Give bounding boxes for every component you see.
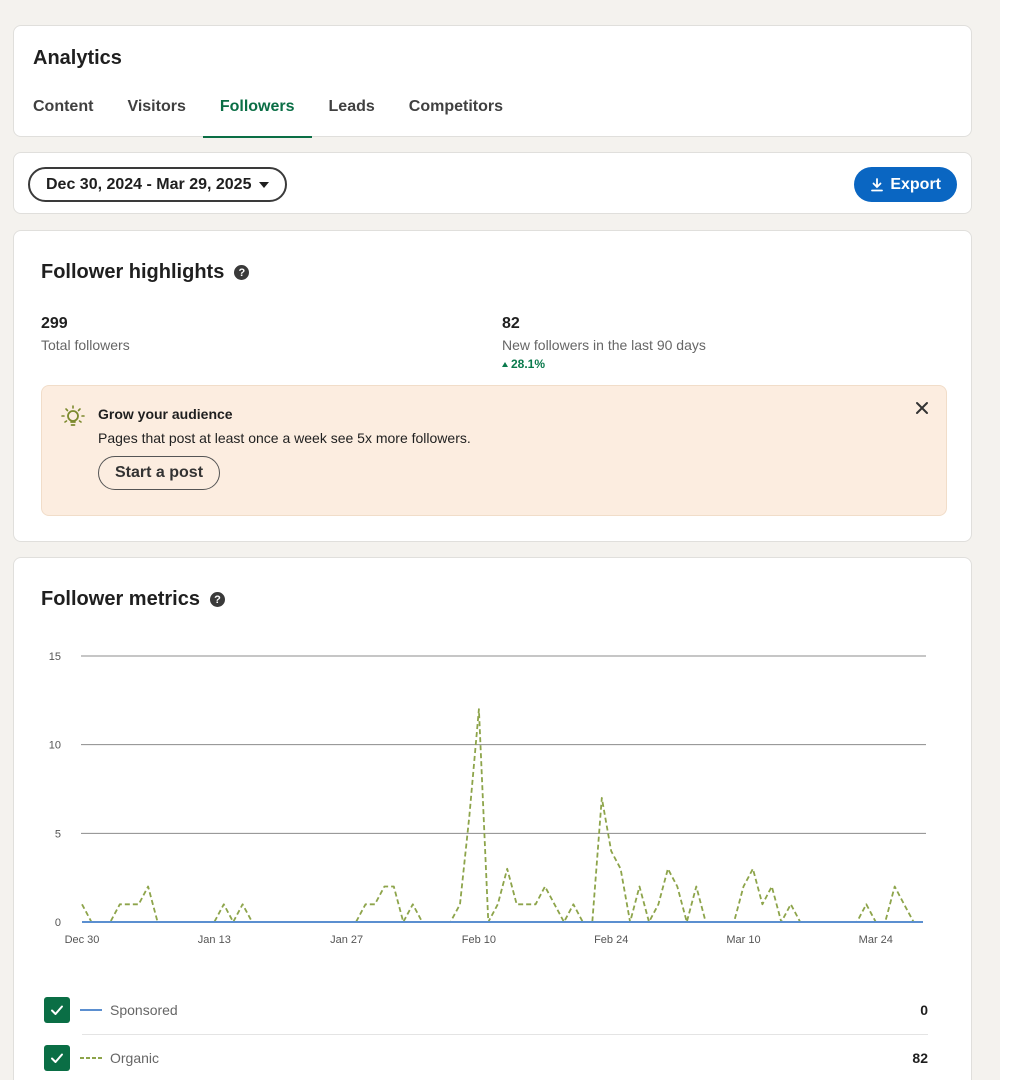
start-post-button[interactable]: Start a post (98, 456, 221, 490)
follower-highlights-heading: Follower highlights ? (41, 261, 250, 284)
page-title: Analytics (33, 47, 122, 69)
help-icon[interactable]: ? (234, 265, 250, 280)
right-edge-strip (1000, 0, 1010, 1080)
organic-label: Organic (110, 1050, 160, 1066)
date-range-dropdown[interactable]: Dec 30, 2024 - Mar 29, 2025 (28, 167, 288, 202)
promo-text: Pages that post at least once a week see… (98, 430, 471, 446)
tab-competitors[interactable]: Competitors (392, 86, 520, 137)
grow-audience-banner: Grow your audience Pages that post at le… (41, 385, 947, 516)
x-tick-label: Jan 27 (330, 934, 363, 946)
x-tick-label: Dec 30 (65, 934, 100, 946)
y-tick-label: 0 (55, 917, 61, 929)
close-icon[interactable] (912, 398, 932, 418)
analytics-tabs: Content Visitors Followers Leads Competi… (14, 86, 520, 138)
new-followers-label: New followers in the last 90 days (502, 337, 706, 353)
y-tick-label: 5 (55, 828, 61, 840)
follower-metrics-card: Follower metrics ? 0 5 10 15 Dec 30 Jan 13 Jan… (13, 557, 972, 1080)
analytics-header-card: Analytics Content Visitors Followers Lea… (13, 25, 972, 138)
export-button[interactable]: Export (854, 167, 957, 202)
download-icon (871, 177, 884, 191)
series-line-organic (81, 708, 923, 923)
export-label: Export (890, 175, 941, 193)
organic-line-swatch (80, 1057, 102, 1059)
date-range-label: Dec 30, 2024 - Mar 29, 2025 (46, 175, 252, 193)
x-tick-label: Feb 10 (462, 934, 496, 946)
checkmark-icon (51, 1053, 63, 1063)
total-followers-value: 299 (41, 315, 68, 332)
new-followers-metric: 82 New followers in the last 90 days 28.… (502, 315, 706, 371)
sponsored-line-swatch (80, 1009, 102, 1011)
x-tick-label: Jan 13 (198, 934, 231, 946)
toolbar-card: Dec 30, 2024 - Mar 29, 2025 Export (13, 152, 972, 214)
new-followers-value: 82 (502, 315, 520, 332)
legend-row-sponsored: Sponsored 0 (44, 996, 928, 1024)
y-tick-label: 10 (49, 740, 61, 752)
total-followers-label: Total followers (41, 337, 130, 353)
x-tick-label: Feb 24 (594, 934, 628, 946)
total-followers-metric: 299 Total followers (41, 315, 130, 353)
organic-value: 82 (912, 1050, 928, 1066)
new-followers-trend: 28.1% (502, 357, 706, 371)
x-tick-label: Mar 10 (726, 934, 760, 946)
tab-content[interactable]: Content (14, 86, 110, 137)
x-tick-label: Mar 24 (859, 934, 893, 946)
follower-metrics-chart: 0 5 10 15 Dec 30 Jan 13 Jan 27 Feb 10 Feb 24 Mar … (49, 651, 926, 946)
sponsored-value: 0 (920, 1002, 928, 1018)
legend-row-organic: Organic 82 (44, 1044, 928, 1072)
sponsored-checkbox[interactable] (44, 997, 70, 1023)
lightbulb-icon (61, 405, 85, 426)
promo-title: Grow your audience (98, 406, 233, 422)
caret-down-icon (259, 181, 270, 188)
tab-followers[interactable]: Followers (202, 86, 312, 138)
tab-visitors[interactable]: Visitors (110, 86, 202, 137)
follower-highlights-title: Follower highlights (41, 261, 225, 283)
legend-divider (82, 1034, 928, 1035)
tab-leads[interactable]: Leads (312, 86, 392, 137)
y-tick-label: 15 (49, 651, 61, 663)
new-followers-trend-value: 28.1% (511, 357, 546, 371)
checkmark-icon (51, 1005, 63, 1015)
follower-highlights-card: Follower highlights ? 299 Total follower… (13, 230, 972, 542)
organic-checkbox[interactable] (44, 1045, 70, 1071)
sponsored-label: Sponsored (110, 1002, 178, 1018)
trend-up-icon (502, 361, 508, 367)
